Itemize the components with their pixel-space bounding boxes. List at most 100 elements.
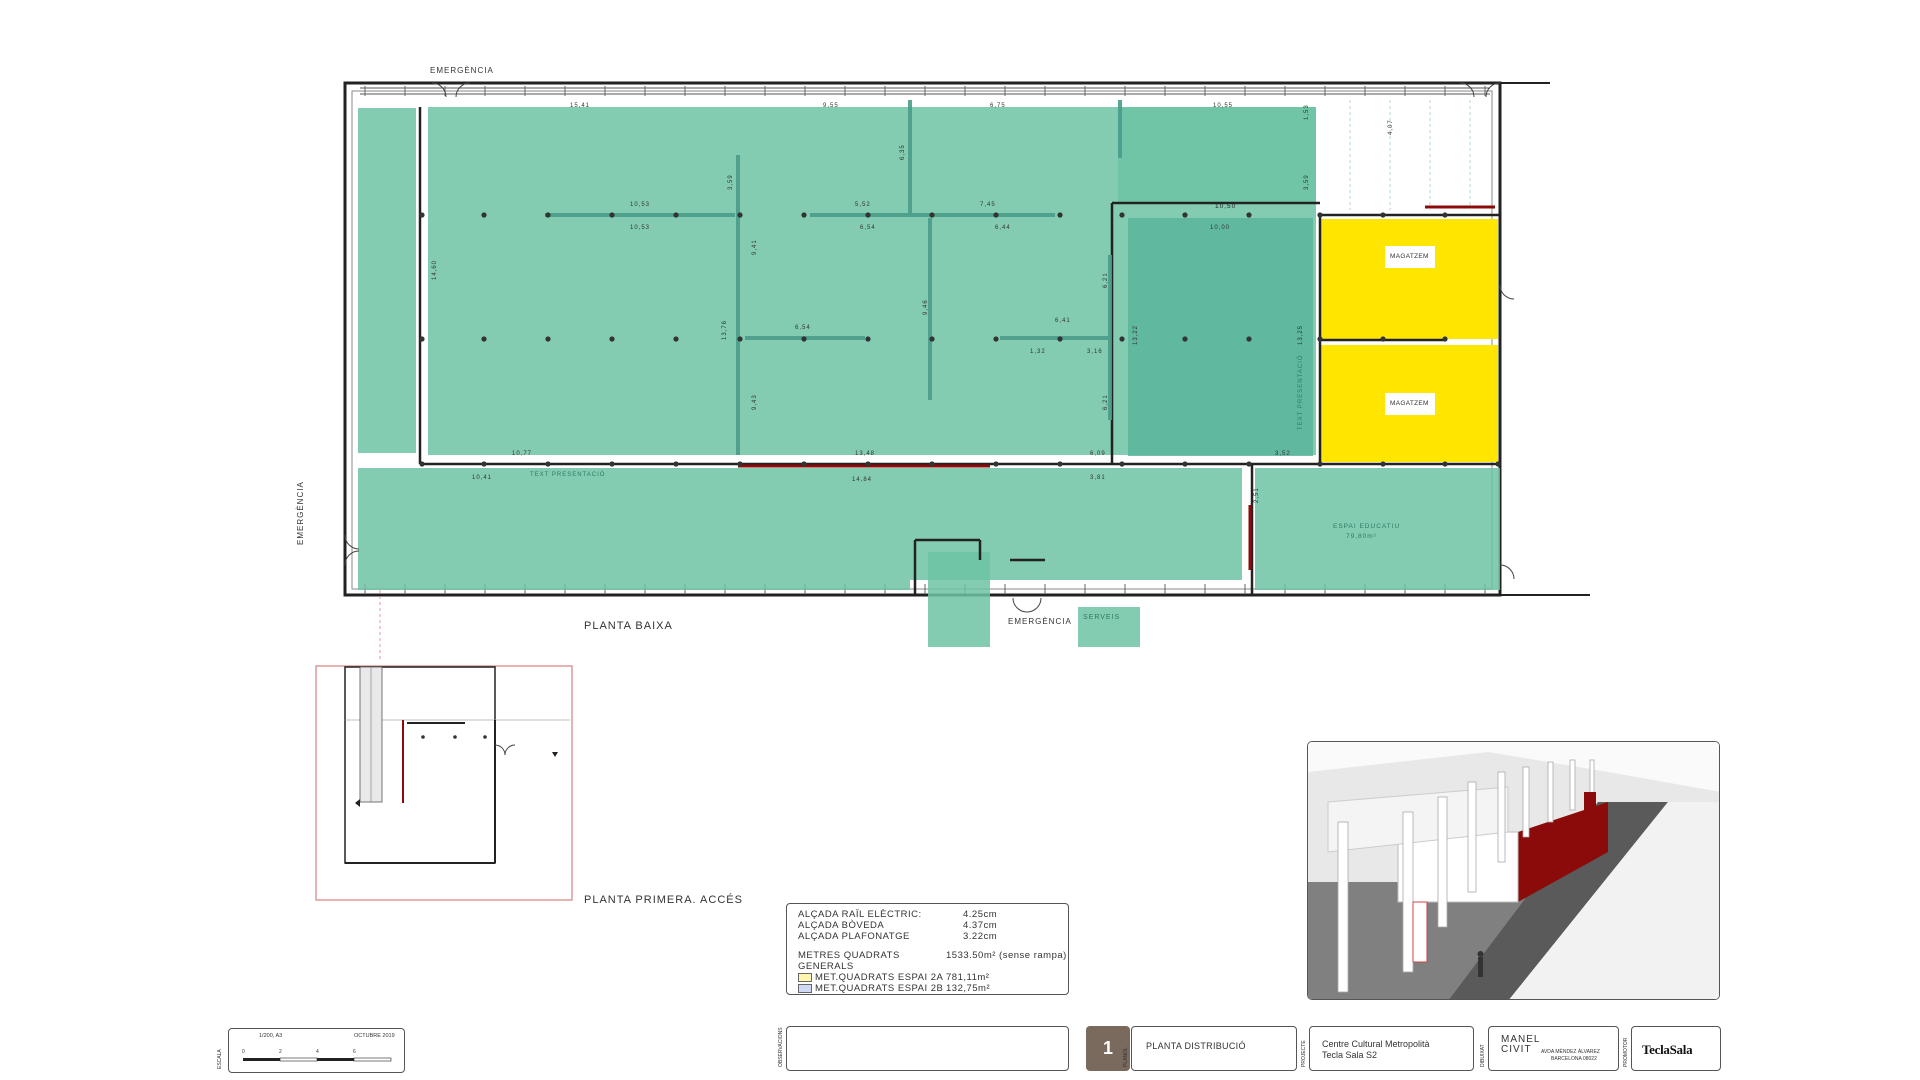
column xyxy=(1380,212,1386,218)
dim-row1b-2: 6,54 xyxy=(860,225,876,231)
column xyxy=(1057,461,1063,467)
column xyxy=(993,212,999,218)
column xyxy=(1119,212,1125,218)
column xyxy=(737,461,743,467)
column xyxy=(1246,336,1252,342)
column xyxy=(801,212,807,218)
column xyxy=(1057,336,1063,342)
observations-box: OBSERVACIONS xyxy=(778,1026,1069,1071)
column xyxy=(673,212,679,218)
dim-v-5: 9,43 xyxy=(752,394,758,410)
column xyxy=(609,336,615,342)
column xyxy=(1317,212,1323,218)
legend-row-general: METRES QUADRATS GENERALS 1533.50m² (sense… xyxy=(798,950,1078,972)
column xyxy=(865,461,871,467)
column xyxy=(801,461,807,467)
column xyxy=(1119,461,1125,467)
column xyxy=(481,212,487,218)
dim-row1-3: 7,45 xyxy=(980,202,996,208)
column xyxy=(1182,336,1188,342)
dim-row1b-1: 10,53 xyxy=(630,225,651,231)
espai-educatiu-area: 79,80m² xyxy=(1346,533,1377,540)
column xyxy=(419,336,425,342)
dim-row1-4: 10,50 xyxy=(1215,203,1237,210)
dim-bottom-3: 6,09 xyxy=(1090,451,1106,457)
dim-v-7: 6,35 xyxy=(900,144,906,160)
brand-logo: TeclaSala xyxy=(1642,1042,1693,1057)
emergency-label-bottom: EMERGÈNCIA xyxy=(1008,617,1072,626)
legend-key: MET.QUADRATS ESPAI 2A xyxy=(815,972,944,983)
plan-side-label: PLÀNOL xyxy=(1123,1047,1129,1067)
planta-baixa-title: PLANTA BAIXA xyxy=(584,620,673,632)
observations-side-label: OBSERVACIONS xyxy=(778,1027,784,1067)
column xyxy=(1246,212,1252,218)
scale-bar xyxy=(243,1057,392,1062)
column xyxy=(1380,336,1386,342)
column xyxy=(801,336,807,342)
perspective-view xyxy=(1308,742,1719,999)
column xyxy=(865,212,871,218)
column xyxy=(737,336,743,342)
dim-mid-2: 6,41 xyxy=(1055,318,1071,324)
legend-swatch-2b xyxy=(798,983,812,993)
dim-v-3: 9,41 xyxy=(752,239,758,255)
emergency-label-left: EMERGÈNCIA xyxy=(296,481,305,545)
column xyxy=(865,336,871,342)
planta-primera-title: PLANTA PRIMERA. ACCÉS xyxy=(584,894,743,906)
column xyxy=(673,336,679,342)
scale-tick-0: 0 xyxy=(242,1049,245,1055)
dim-v-12: 2,51 xyxy=(1254,487,1260,503)
column xyxy=(929,461,935,467)
text-presentacio-label: TEXT PRESENTACIÓ xyxy=(530,472,606,478)
dim-mid-4: 3,16 xyxy=(1087,349,1103,355)
legend-key: ALÇADA PLAFONATGE xyxy=(798,931,910,942)
logo-sub-2: BARCELONA 08022 xyxy=(1551,1056,1597,1062)
legend-content: ALÇADA RAÏL ELÈCTRIC: 4.25cm ALÇADA BÒVED… xyxy=(785,902,1078,1000)
column xyxy=(419,461,425,467)
legend-row-boveda: ALÇADA BÒVEDA 4.37cm xyxy=(798,920,1078,931)
column xyxy=(1380,461,1386,467)
dim-v-11: 13,25 xyxy=(1298,324,1304,345)
column xyxy=(929,336,935,342)
column xyxy=(1182,212,1188,218)
dim-top-3: 6,75 xyxy=(990,103,1006,109)
column xyxy=(545,212,551,218)
legend-key: METRES QUADRATS GENERALS xyxy=(798,950,900,972)
scale-tick-6: 6 xyxy=(353,1049,356,1055)
dim-row1b-3: 6,44 xyxy=(995,225,1011,231)
column xyxy=(481,336,487,342)
legend-row-rail: ALÇADA RAÏL ELÈCTRIC: 4.25cm xyxy=(798,909,1078,920)
magatzem-label-2: MAGATZEM xyxy=(1390,400,1429,407)
project-box: Centre Cultural Metropolità Tecla Sala S… xyxy=(1301,1026,1474,1071)
dim-v-10: 13,22 xyxy=(1133,324,1139,345)
dim-v-1: 14,60 xyxy=(432,259,438,280)
dim-bottom-4: 3,52 xyxy=(1275,451,1291,457)
logo-box: MANEL CIVIT AVDA MÈNDEZ ÀLVAREZ BARCELON… xyxy=(1480,1026,1619,1071)
dim-v-6: 9,46 xyxy=(923,299,929,315)
column xyxy=(1442,212,1448,218)
column xyxy=(419,212,425,218)
column xyxy=(1495,461,1501,467)
column xyxy=(1182,461,1188,467)
column xyxy=(993,336,999,342)
dim-v-13: 1,53 xyxy=(1304,104,1310,120)
emergency-label-top: EMERGÈNCIA xyxy=(430,66,494,75)
legend-row-2a: MET.QUADRATS ESPAI 2A 781,11m² xyxy=(798,972,1078,983)
column xyxy=(737,212,743,218)
legend-value: 3.22cm xyxy=(963,931,998,942)
dim-row1-1: 10,53 xyxy=(630,202,651,208)
scale-side-label: ESCALA xyxy=(217,1049,223,1069)
project-side-label: PROJECTE xyxy=(1301,1040,1307,1067)
scale-value: 1/200, A3 xyxy=(259,1033,283,1039)
column xyxy=(609,461,615,467)
column xyxy=(1246,461,1252,467)
dim-mid-3: 1,32 xyxy=(1030,349,1046,355)
column xyxy=(929,212,935,218)
dim-v-9: 6,21 xyxy=(1103,394,1109,410)
sheet-title: PLANTA DISTRIBUCIÓ xyxy=(1146,1041,1246,1051)
dim-v-15: 4,07 xyxy=(1388,119,1394,135)
brand-box: TeclaSala PROMOTOR xyxy=(1623,1026,1721,1071)
dim-v-2: 3,59 xyxy=(728,174,734,190)
column xyxy=(673,461,679,467)
legend-value: 1533.50m² (sense rampa) xyxy=(946,950,1067,961)
